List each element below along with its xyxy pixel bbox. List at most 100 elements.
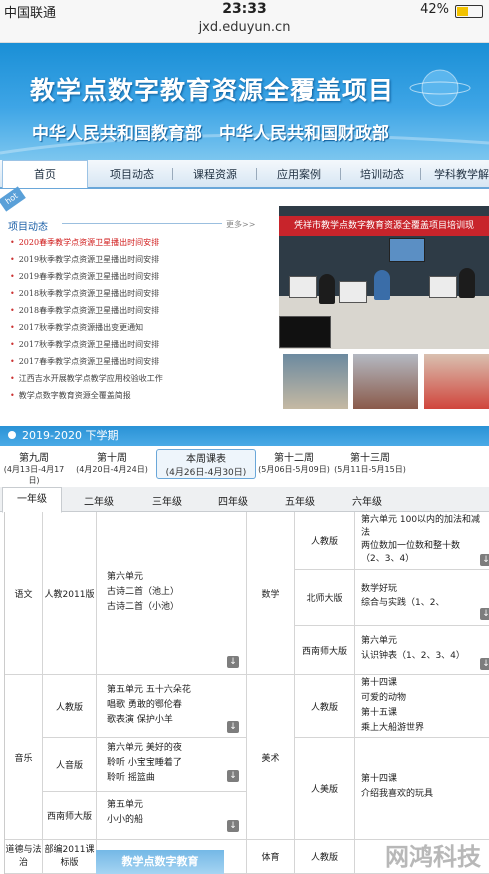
address-bar[interactable]: jxd.eduyun.cn — [0, 20, 489, 43]
news-item-text: 2018秋季教学点资源卫星播出时间安排 — [18, 289, 160, 298]
content-text: 第十四课 可爱的动物 第十五课 乘上大船游世界 — [361, 676, 424, 736]
news-item[interactable]: • 2019秋季教学点资源卫星播出时间安排 — [10, 254, 159, 265]
content-line: 第六单元 — [107, 572, 144, 582]
content-line: 聆听 小宝宝睡着了 — [107, 758, 182, 768]
monitor-icon — [429, 276, 457, 298]
content-line: 综合与实践（1、2、 — [361, 598, 445, 608]
content-cell: 第五单元 小小的船 ↓ — [97, 792, 247, 840]
content-line: 第五单元 五十六朵花 — [107, 685, 191, 695]
content-line: 歌表演 保护小羊 — [107, 715, 173, 725]
news-item-text: 2017春季教学点资源卫星播出时间安排 — [18, 357, 160, 366]
content-line: 两位数加一位数和整十数 — [361, 541, 461, 551]
content-line: 第六单元 — [361, 636, 398, 646]
bullet-icon: • — [10, 323, 15, 332]
content-line: 第十四课 — [361, 774, 398, 784]
nav-divider — [340, 168, 341, 180]
content-line: （2、3、4） — [361, 554, 415, 564]
subject-cell: 语文 — [5, 512, 43, 675]
download-icon[interactable]: ↓ — [227, 770, 239, 782]
content-line: 古诗二首（池上） — [107, 587, 180, 597]
download-icon[interactable]: ↓ — [480, 554, 489, 566]
monitor-icon — [289, 276, 317, 298]
bullet-icon: • — [10, 306, 15, 315]
week-dates: (4月13日-4月17日) — [3, 465, 65, 485]
content-line: 第五单元 — [107, 800, 144, 810]
bullet-icon: • — [10, 391, 15, 400]
nav-cases[interactable]: 应用案例 — [277, 166, 321, 182]
subject-cell: 道德与法治 — [5, 840, 43, 874]
content-text: 第六单元 认识钟表（1、2、3、4） — [361, 634, 465, 664]
content-text: 数学好玩 综合与实践（1、2、 — [361, 582, 444, 610]
grade-tab-5[interactable]: 五年级 — [285, 493, 315, 508]
nav-project-news[interactable]: 项目动态 — [110, 166, 154, 182]
news-item[interactable]: • 2018秋季教学点资源卫星播出时间安排 — [10, 288, 159, 299]
week-tab[interactable]: 第十三周 (5月11日-5月15日) — [334, 449, 406, 475]
monitor-icon — [339, 281, 367, 303]
week-tab-current[interactable]: 本周课表 (4月26日-4月30日) — [156, 449, 256, 479]
week-tab[interactable]: 第九周 (4月13日-4月17日) — [0, 449, 68, 486]
news-item-text: 2017秋季教学点资源播出变更通知 — [18, 323, 144, 332]
news-header: 项目动态 — [8, 222, 48, 233]
news-item[interactable]: • 2019春季教学点资源卫星播出时间安排 — [10, 271, 159, 282]
download-icon[interactable]: ↓ — [227, 656, 239, 668]
clock: 23:33 — [222, 1, 267, 17]
content-line: 可爱的动物 — [361, 693, 407, 703]
edition-label: 部编2011课标版 — [44, 844, 95, 868]
nav-subject-qa[interactable]: 学科教学解答 — [434, 166, 489, 182]
content-line: 法 — [361, 528, 371, 538]
week-tab[interactable]: 第十二周 (5月06日-5月09日) — [258, 449, 330, 475]
classroom-thumbnail[interactable] — [424, 354, 489, 409]
week-label: 第九周 — [19, 453, 49, 464]
person-figure — [459, 268, 475, 298]
nav-training[interactable]: 培训动态 — [360, 166, 404, 182]
edition-label: 人教版 — [310, 537, 338, 547]
grade-tab-1[interactable]: 一年级 — [2, 487, 62, 513]
promo-banner[interactable]: 教学点数字教育 — [96, 850, 224, 874]
content-cell: 第六单元 古诗二首（池上） 古诗二首（小池） ↓ — [97, 512, 247, 675]
site-banner: 教学点数字教育资源全覆盖项目 中华人民共和国教育部 中华人民共和国财政部 — [0, 43, 489, 160]
subject-cell: 体育 — [247, 840, 295, 874]
news-item[interactable]: • 2018春季教学点资源卫星播出时间安排 — [10, 305, 159, 316]
news-header-rule — [62, 223, 222, 224]
news-item-text: 教学点数字教育资源全覆盖简报 — [18, 391, 131, 400]
content-text: 第五单元 五十六朵花 唱歌 勇敢的鄂伦春 歌表演 保护小羊 — [107, 683, 191, 728]
subject-cell: 数学 — [247, 512, 295, 675]
semester-label: 2019-2020 下学期 — [22, 429, 119, 442]
classroom-thumbnail[interactable] — [353, 354, 418, 409]
battery-icon — [455, 5, 483, 18]
news-item[interactable]: • 2020春季教学点资源卫星播出时间安排 — [10, 237, 159, 248]
classroom-thumbnail[interactable] — [283, 354, 348, 409]
news-item[interactable]: • 2017春季教学点资源卫星播出时间安排 — [10, 356, 159, 367]
week-dates: (5月11日-5月15日) — [334, 465, 406, 474]
grade-tab-4[interactable]: 四年级 — [218, 493, 248, 508]
news-item[interactable]: • 2017秋季教学点资源卫星播出时间安排 — [10, 339, 159, 350]
schedule-table: 语文 人教2011版 第六单元 古诗二首（池上） 古诗二首（小池） ↓ 数学 人… — [4, 512, 489, 874]
news-item[interactable]: • 江西吉水开展教学点教学应用校验收工作 — [10, 373, 163, 384]
grade-tab-6[interactable]: 六年级 — [352, 493, 382, 508]
bullet-icon: • — [10, 272, 15, 281]
week-tab[interactable]: 第十周 (4月20日-4月24日) — [72, 449, 152, 475]
news-item-text: 2019秋季教学点资源卫星播出时间安排 — [18, 255, 160, 264]
download-icon[interactable]: ↓ — [480, 658, 489, 670]
content-cell: 第六单元 认识钟表（1、2、3、4） ↓ — [355, 626, 489, 675]
edition-cell: 西南师大版 — [43, 792, 97, 840]
person-figure — [374, 270, 390, 300]
nav-course-resources[interactable]: 课程资源 — [193, 166, 237, 182]
grade-tab-3[interactable]: 三年级 — [152, 493, 182, 508]
content-line: 唱歌 勇敢的鄂伦春 — [107, 700, 182, 710]
nav-home[interactable]: 首页 — [2, 160, 88, 188]
news-item[interactable]: • 教学点数字教育资源全覆盖简报 — [10, 390, 131, 401]
bullet-icon: • — [10, 340, 15, 349]
training-photo[interactable]: 凭祥市教学点数字教育资源全覆盖项目培训现 — [279, 206, 489, 349]
download-icon[interactable]: ↓ — [227, 820, 239, 832]
nav-divider — [172, 168, 173, 180]
download-icon[interactable]: ↓ — [227, 721, 239, 733]
news-more-link[interactable]: 更多>> — [226, 219, 255, 230]
grade-tab-2[interactable]: 二年级 — [84, 493, 114, 508]
edition-cell: 北师大版 — [295, 570, 355, 626]
week-label: 本周课表 — [186, 454, 226, 465]
download-icon[interactable]: ↓ — [480, 608, 489, 620]
edition-label: 西南师大版 — [46, 812, 92, 822]
news-item[interactable]: • 2017秋季教学点资源播出变更通知 — [10, 322, 143, 333]
edition-cell: 人音版 — [43, 738, 97, 792]
